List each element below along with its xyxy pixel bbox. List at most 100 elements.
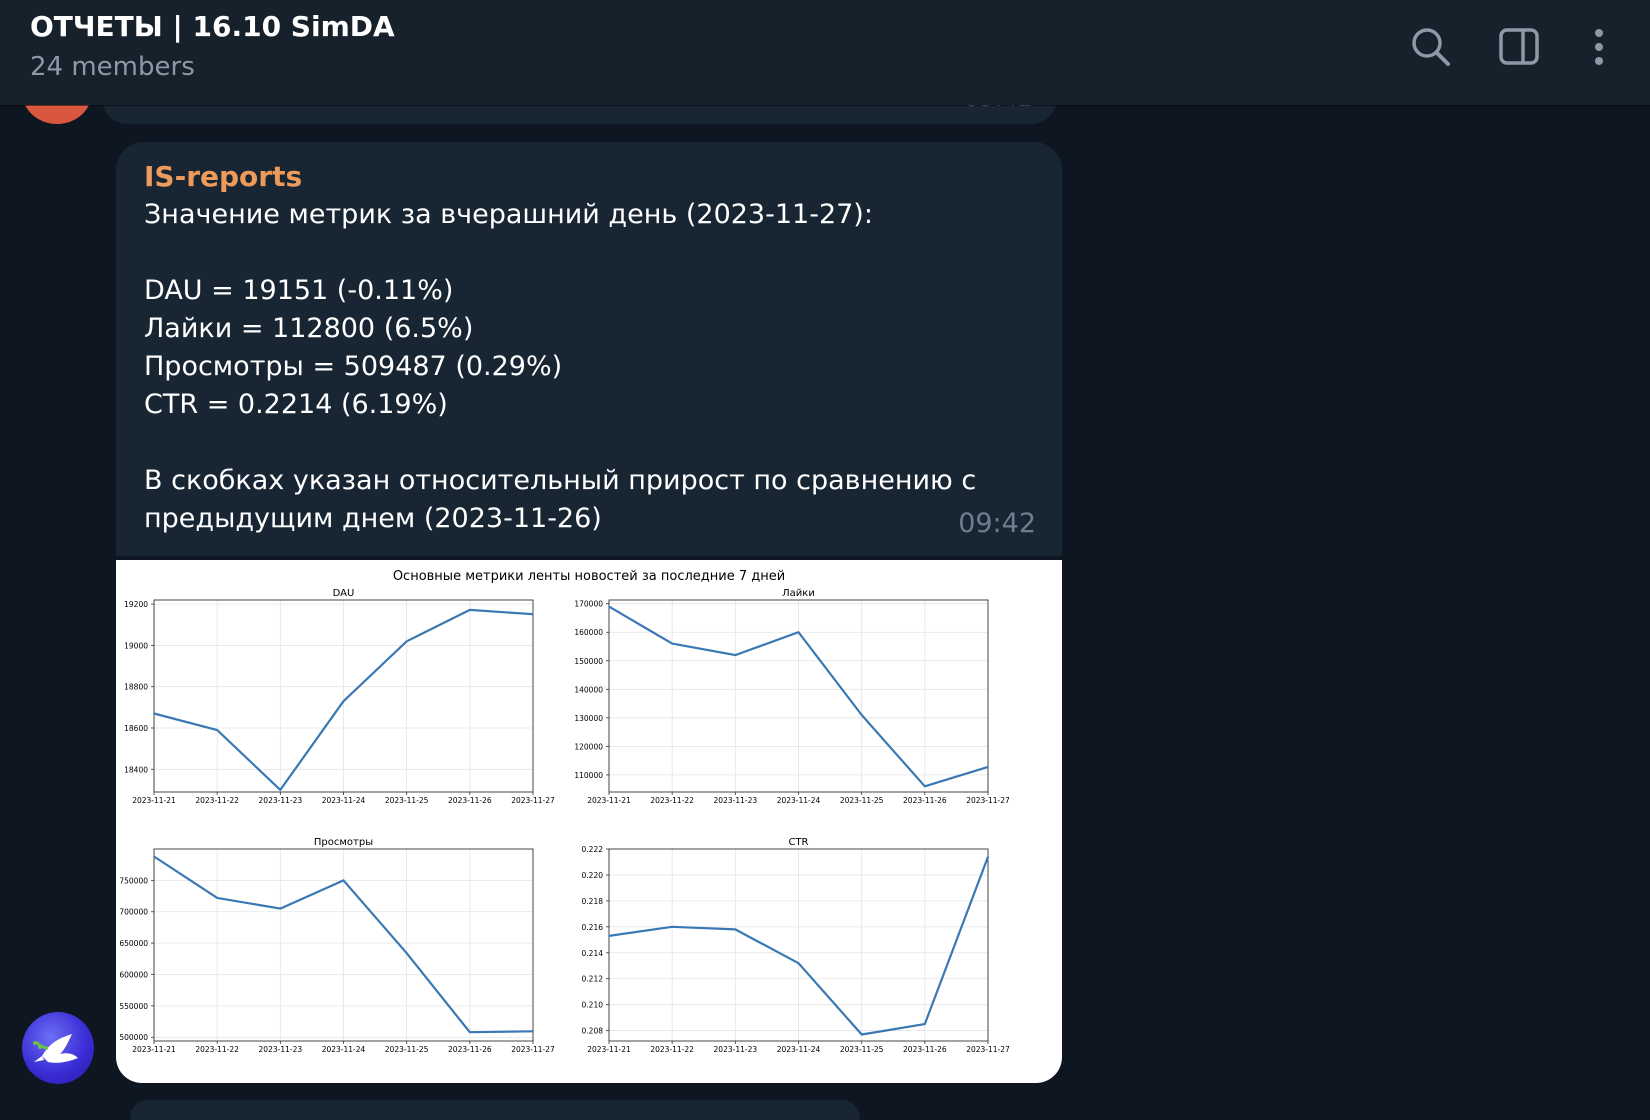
y-tick-label: 550000: [119, 1002, 148, 1011]
dove-icon: [33, 1034, 78, 1063]
x-tick-label: 2023-11-27: [966, 796, 1010, 805]
sender-name[interactable]: IS-reports: [144, 160, 302, 193]
data-point: [216, 897, 218, 899]
x-tick-label: 2023-11-25: [840, 1045, 884, 1054]
next-message-bubble[interactable]: [130, 1100, 860, 1120]
data-point: [342, 700, 345, 702]
data-point: [279, 789, 282, 791]
x-tick-label: 2023-11-24: [322, 796, 366, 805]
sidebar-toggle-button[interactable]: [1496, 24, 1542, 70]
data-point: [469, 609, 471, 611]
data-point: [532, 613, 534, 616]
x-tick-label: 2023-11-23: [259, 796, 303, 805]
y-tick-label: 0.208: [582, 1027, 604, 1036]
x-tick-label: 2023-11-21: [587, 1045, 631, 1054]
subplot-title: CTR: [788, 837, 808, 848]
more-vert-icon: [1595, 29, 1603, 65]
data-point: [153, 712, 155, 715]
subplot-title: DAU: [333, 588, 355, 599]
x-tick-label: 2023-11-23: [714, 1045, 758, 1054]
data-point: [671, 926, 673, 928]
data-point: [608, 605, 610, 608]
x-tick-label: 2023-11-25: [385, 796, 429, 805]
y-tick-label: 19200: [124, 600, 148, 609]
x-tick-label: 2023-11-24: [777, 796, 821, 805]
chart-image[interactable]: Основные метрики ленты новостей за после…: [116, 560, 1062, 1083]
x-tick-label: 2023-11-22: [195, 1045, 239, 1054]
y-tick-label: 0.216: [582, 923, 604, 932]
y-tick-label: 0.210: [582, 1001, 604, 1010]
chart-suptitle: Основные метрики ленты новостей за после…: [393, 569, 785, 584]
y-tick-label: 110000: [574, 771, 603, 780]
y-tick-label: 0.222: [582, 845, 604, 854]
bot-avatar[interactable]: [22, 1012, 94, 1084]
data-point: [797, 962, 800, 964]
y-tick-label: 0.220: [582, 871, 604, 880]
chat-title[interactable]: ОТЧЕТЫ | 16.10 SimDA: [30, 10, 395, 43]
y-tick-label: 0.214: [582, 949, 604, 958]
y-tick-label: 160000: [574, 628, 603, 637]
metrics-chart: Основные метрики ленты новостей за после…: [119, 569, 1010, 1054]
sidebar-toggle-icon: [1499, 28, 1539, 65]
x-tick-label: 2023-11-22: [650, 1045, 694, 1054]
x-tick-label: 2023-11-23: [259, 1045, 303, 1054]
x-tick-label: 2023-11-26: [448, 796, 492, 805]
x-tick-label: 2023-11-21: [587, 796, 631, 805]
y-tick-label: 120000: [574, 742, 603, 751]
member-count: 24 members: [30, 52, 195, 82]
data-point: [342, 879, 345, 882]
message-text: Значение метрик за вчерашний день (2023-…: [144, 199, 977, 534]
x-tick-label: 2023-11-26: [448, 1045, 492, 1054]
y-tick-label: 18600: [124, 724, 148, 733]
x-tick-label: 2023-11-24: [322, 1045, 366, 1054]
data-point: [469, 1031, 471, 1034]
y-tick-label: 750000: [119, 876, 148, 885]
subplot-title: Просмотры: [314, 837, 373, 848]
y-tick-label: 150000: [574, 657, 603, 666]
data-point: [671, 642, 673, 645]
data-point: [153, 855, 155, 858]
y-tick-label: 0.212: [582, 975, 604, 984]
x-tick-label: 2023-11-22: [195, 796, 239, 805]
data-point: [216, 729, 218, 731]
y-tick-label: 700000: [119, 908, 148, 917]
data-point: [734, 654, 737, 656]
message-time: 09:42: [958, 508, 1036, 539]
data-point: [279, 907, 282, 910]
chat-header: ОТЧЕТЫ | 16.10 SimDA 24 members: [0, 0, 1650, 105]
x-tick-label: 2023-11-27: [966, 1045, 1010, 1054]
x-tick-label: 2023-11-21: [132, 796, 176, 805]
y-tick-label: 18800: [124, 683, 148, 692]
data-point: [734, 928, 737, 931]
y-tick-label: 18400: [124, 765, 148, 774]
data-point: [532, 1030, 534, 1033]
x-tick-label: 2023-11-25: [385, 1045, 429, 1054]
y-tick-label: 19000: [124, 641, 148, 650]
x-tick-label: 2023-11-27: [511, 1045, 555, 1054]
search-button[interactable]: [1408, 24, 1454, 70]
data-point: [797, 631, 800, 634]
data-point: [405, 952, 408, 954]
data-point: [860, 1033, 863, 1036]
subplot-title: Лайки: [782, 588, 815, 599]
y-tick-label: 140000: [574, 685, 603, 694]
data-point: [924, 785, 926, 788]
data-point: [608, 935, 610, 937]
y-tick-label: 130000: [574, 714, 603, 723]
x-tick-label: 2023-11-27: [511, 796, 555, 805]
x-tick-label: 2023-11-22: [650, 796, 694, 805]
y-tick-label: 650000: [119, 939, 148, 948]
data-point: [860, 714, 863, 716]
message-bubble[interactable]: IS-reports Значение метрик за вчерашний …: [116, 142, 1062, 556]
data-point: [924, 1023, 926, 1025]
search-icon: [1412, 28, 1450, 66]
x-tick-label: 2023-11-26: [903, 796, 947, 805]
x-tick-label: 2023-11-23: [714, 796, 758, 805]
x-tick-label: 2023-11-21: [132, 1045, 176, 1054]
more-menu-button[interactable]: [1576, 24, 1622, 70]
data-point: [987, 855, 989, 858]
x-tick-label: 2023-11-26: [903, 1045, 947, 1054]
x-tick-label: 2023-11-24: [777, 1045, 821, 1054]
y-tick-label: 600000: [119, 970, 148, 979]
x-tick-label: 2023-11-25: [840, 796, 884, 805]
